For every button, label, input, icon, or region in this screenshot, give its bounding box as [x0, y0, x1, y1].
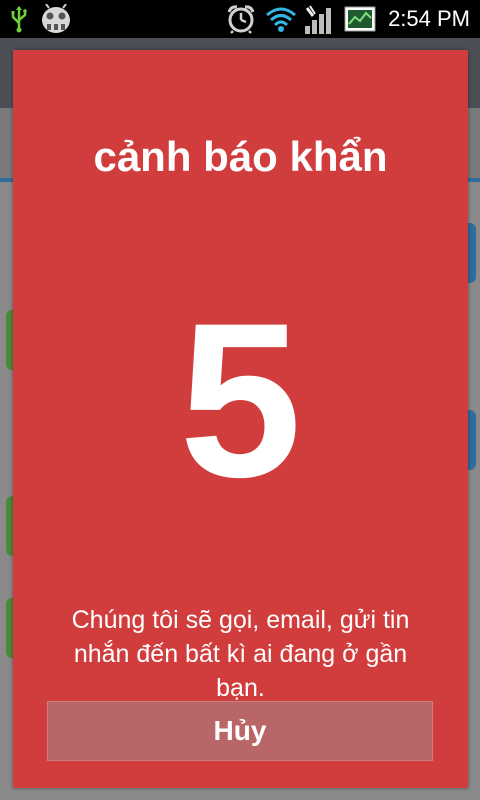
status-bar: 2:54 PM — [0, 0, 480, 38]
screenshot-icon — [343, 4, 377, 34]
signal-icon — [302, 4, 332, 34]
countdown-number: 5 — [179, 277, 302, 523]
status-clock: 2:54 PM — [388, 6, 470, 31]
wifi-icon — [265, 4, 297, 34]
screen: 2:54 PM cảnh báo khẩn 5 Chúng tôi sẽ gọi… — [0, 0, 480, 800]
dialog-title: cảnh báo khẩn — [93, 133, 388, 180]
usb-icon — [8, 4, 30, 34]
alarm-icon — [225, 4, 257, 34]
cancel-button-label: Hủy — [213, 715, 267, 746]
emergency-alert-dialog: cảnh báo khẩn 5 Chúng tôi sẽ gọi, email,… — [13, 50, 468, 788]
cancel-button[interactable]: Hủy — [47, 701, 433, 761]
dialog-message: Chúng tôi sẽ gọi, email, gửi tin nhắn đế… — [71, 606, 410, 702]
bug-icon — [38, 4, 74, 34]
